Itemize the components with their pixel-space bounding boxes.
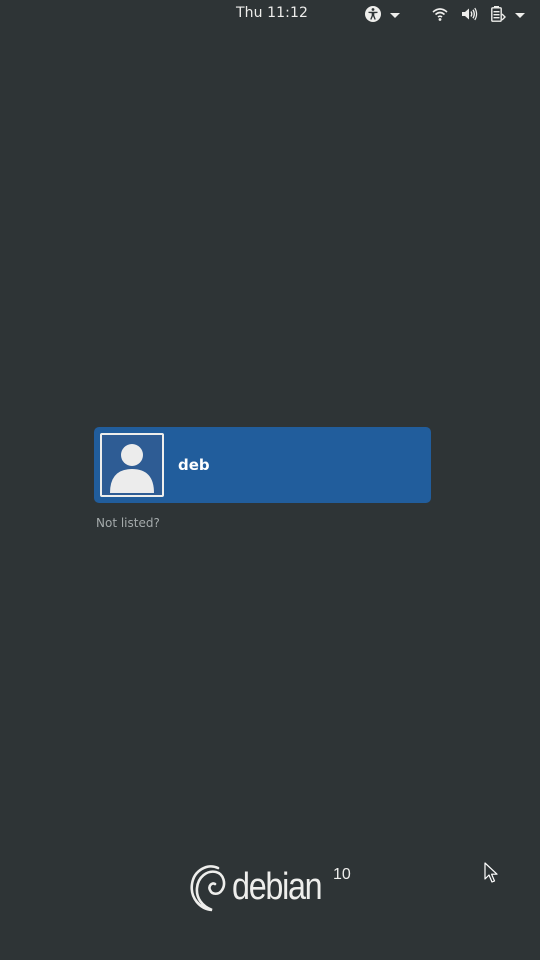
debian-swirl-icon (190, 865, 226, 912)
system-menu[interactable] (431, 4, 531, 24)
accessibility-icon (364, 5, 382, 23)
chevron-down-icon (390, 12, 400, 18)
user-name: deb (178, 456, 210, 474)
user-avatar-icon (100, 433, 164, 497)
mouse-pointer-icon (484, 862, 500, 884)
chevron-down-icon (515, 12, 525, 18)
not-listed-link[interactable]: Not listed? (96, 516, 160, 530)
logo-text: debian (232, 866, 323, 908)
top-bar: Thu 11:12 (0, 0, 540, 27)
volume-icon (460, 5, 478, 23)
user-list-item[interactable]: deb (94, 427, 431, 503)
clock[interactable]: Thu 11:12 (236, 5, 308, 21)
debian-logo: debian 10 (188, 862, 358, 918)
login-screen: Thu 11:12 deb Not listed? debian 10 (0, 0, 540, 960)
wifi-icon (431, 5, 449, 23)
battery-icon (489, 5, 507, 23)
logo-version: 10 (333, 866, 351, 883)
accessibility-menu[interactable] (364, 4, 404, 24)
